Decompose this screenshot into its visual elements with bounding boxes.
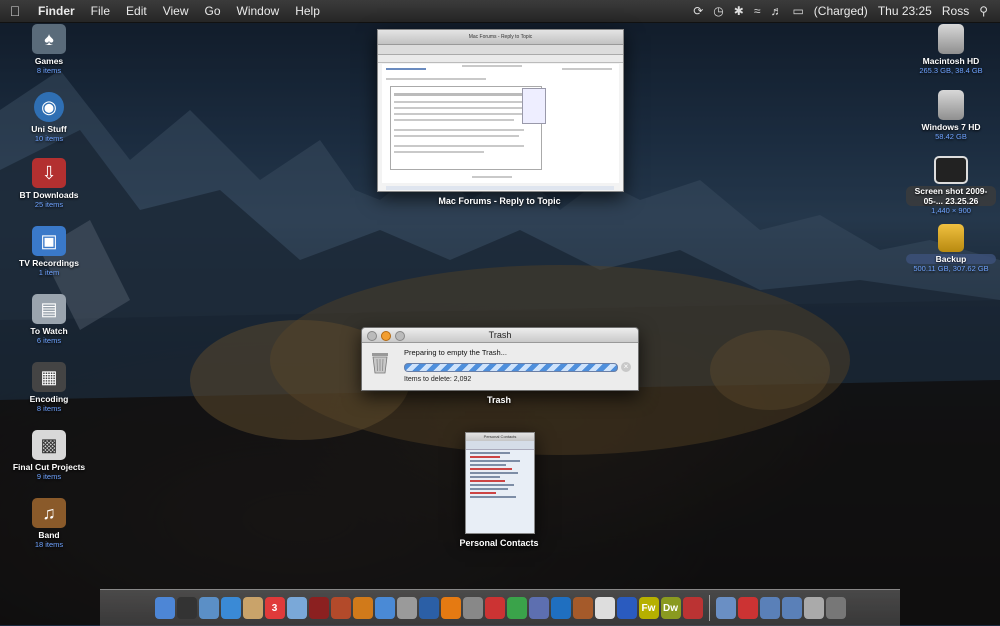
close-button[interactable] — [367, 331, 377, 341]
vlc-icon[interactable] — [440, 597, 461, 619]
drive-folder-icon: ▤ — [32, 294, 66, 324]
desktop-item-bt-downloads[interactable]: ⇩ BT Downloads 25 items — [4, 158, 94, 209]
forum-bookmarks-bar — [378, 55, 623, 63]
menu-window[interactable]: Window — [229, 4, 288, 18]
minimize-button[interactable] — [381, 331, 391, 341]
menu-go[interactable]: Go — [197, 4, 229, 18]
download-folder-icon: ⇩ — [32, 158, 66, 188]
guitar-folder-icon: ♫ — [32, 498, 66, 528]
messenger-icon[interactable] — [506, 597, 527, 619]
fireworks-icon[interactable]: Fw — [638, 597, 659, 619]
aperture-icon[interactable] — [330, 597, 351, 619]
forum-reply-editor — [390, 86, 542, 170]
trash-dock-icon[interactable] — [825, 597, 846, 619]
forum-page-content — [382, 64, 619, 190]
utility-icon[interactable] — [462, 597, 483, 619]
contacts-window[interactable]: Personal Contacts — [465, 432, 535, 534]
trash-app-icon[interactable] — [396, 597, 417, 619]
desktop-item-games[interactable]: ♠ Games 8 items — [4, 24, 94, 75]
desktop-item-backup[interactable]: Backup 500.11 GB, 307.62 GB — [906, 224, 996, 273]
tv-folder-icon: ▣ — [32, 226, 66, 256]
game-app-icon[interactable] — [572, 597, 593, 619]
screenshot-stack-icon[interactable] — [803, 597, 824, 619]
desktop-item-screen-shot[interactable]: Screen shot 2009-05-... 23.25.26 1,440 ×… — [906, 156, 996, 215]
trash-titlebar: Trash — [362, 328, 638, 343]
finder-icon[interactable] — [154, 597, 175, 619]
globe-folder-icon: ◉ — [34, 92, 64, 122]
stop-icon[interactable]: × — [621, 362, 631, 372]
desktop-item-tv-recordings[interactable]: ▣ TV Recordings 1 item — [4, 226, 94, 277]
screenshot-file-icon — [934, 156, 968, 184]
wifi-icon[interactable]: ≈ — [754, 4, 761, 18]
trash-progress-bar — [404, 363, 618, 372]
iphoto-icon-2[interactable] — [286, 597, 307, 619]
transmit-icon[interactable] — [528, 597, 549, 619]
desktop-item-uni-stuff[interactable]: ◉ Uni Stuff 10 items — [4, 92, 94, 143]
forum-window[interactable]: Mac Forums - Reply to Topic — [377, 29, 624, 192]
desktop-item-encoding[interactable]: ▦ Encoding 8 items — [4, 362, 94, 413]
spotlight-search-icon[interactable]: ⚲ — [979, 4, 988, 18]
forum-smilie-palette — [522, 88, 546, 124]
applications-stack-icon[interactable] — [715, 597, 736, 619]
trash-items-count: Items to delete: 2,092 — [404, 376, 472, 383]
sync-icon[interactable]: ⟳ — [693, 4, 703, 18]
film-folder-icon: ▦ — [32, 362, 66, 392]
trash-can-icon — [372, 353, 388, 374]
folder-stack-icon[interactable] — [781, 597, 802, 619]
hard-drive-icon — [938, 24, 964, 54]
front-row-icon[interactable] — [352, 597, 373, 619]
photo-booth-icon[interactable] — [308, 597, 329, 619]
desktop-item-band[interactable]: ♫ Band 18 items — [4, 498, 94, 549]
dashboard-icon[interactable] — [176, 597, 197, 619]
battery-icon[interactable]: ▭ — [792, 4, 803, 18]
downloads-stack-icon[interactable] — [737, 597, 758, 619]
quicktime-icon[interactable] — [418, 597, 439, 619]
games-folder-icon: ♠ — [32, 24, 66, 54]
desktop-item-to-watch[interactable]: ▤ To Watch 6 items — [4, 294, 94, 345]
textedit-icon[interactable] — [594, 597, 615, 619]
user-name[interactable]: Ross — [942, 4, 969, 18]
desktop-item-final-cut-projects[interactable]: ▩ Final Cut Projects 9 items — [4, 430, 94, 481]
clapper-folder-icon: ▩ — [32, 430, 66, 460]
preview-icon[interactable] — [242, 597, 263, 619]
contacts-window-caption: Personal Contacts — [459, 538, 539, 548]
menu-help[interactable]: Help — [287, 4, 328, 18]
apple-menu-icon[interactable]:  — [0, 3, 30, 19]
dreamweaver-icon[interactable]: Dw — [660, 597, 681, 619]
forum-url-bar — [378, 45, 623, 55]
ical-icon[interactable]: 3 — [264, 597, 285, 619]
bluetooth-icon[interactable]: ✱ — [734, 4, 744, 18]
menu-app-finder[interactable]: Finder — [30, 4, 83, 18]
trash-progress-message: Preparing to empty the Trash... — [404, 348, 507, 357]
backup-drive-icon — [938, 224, 964, 252]
forum-window-caption: Mac Forums - Reply to Topic — [438, 196, 561, 206]
dock-separator — [708, 595, 710, 621]
mail-icon[interactable] — [682, 597, 703, 619]
menu-view[interactable]: View — [155, 4, 197, 18]
battery-status[interactable]: (Charged) — [814, 4, 868, 18]
menu-edit[interactable]: Edit — [118, 4, 155, 18]
menu-file[interactable]: File — [83, 4, 118, 18]
forum-window-titlebar: Mac Forums - Reply to Topic — [378, 30, 623, 45]
clock[interactable]: Thu 23:25 — [878, 4, 932, 18]
desktop-item-windows-7-hd[interactable]: Windows 7 HD 58.42 GB — [906, 90, 996, 141]
safari-icon[interactable] — [220, 597, 241, 619]
terminal-icon[interactable] — [550, 597, 571, 619]
trash-dialog[interactable]: Trash Preparing to empty the Trash... × … — [361, 327, 639, 391]
trash-window-caption: Trash — [486, 395, 511, 405]
menu-bar:  Finder File Edit View Go Window Help ⟳… — [0, 0, 1000, 23]
itunes-icon[interactable] — [374, 597, 395, 619]
iphoto-icon[interactable] — [198, 597, 219, 619]
dock: 3 Fw Dw — [100, 589, 900, 626]
volume-icon[interactable]: ♬ — [770, 4, 782, 18]
desktop-item-macintosh-hd[interactable]: Macintosh HD 265.3 GB, 38.4 GB — [906, 24, 996, 75]
timemachine-icon[interactable]: ◷ — [713, 4, 723, 18]
documents-stack-icon[interactable] — [759, 597, 780, 619]
word-icon[interactable] — [616, 597, 637, 619]
quick-app-icon[interactable] — [484, 597, 505, 619]
hard-drive-icon — [938, 90, 964, 120]
zoom-button[interactable] — [395, 331, 405, 341]
